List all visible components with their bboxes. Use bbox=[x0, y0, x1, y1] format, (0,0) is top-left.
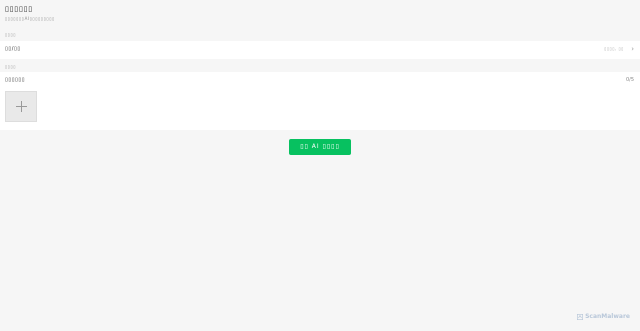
add-photo-button[interactable] bbox=[5, 91, 37, 122]
photo-row-label: ▯▯▯▯▯▯ bbox=[5, 77, 26, 83]
page-subtitle: ▯▯▯▯▯▯▯AI▯▯▯▯▯▯▯▯▯ bbox=[5, 16, 55, 21]
photo-upload-card: ▯▯▯▯▯▯ 0/5 bbox=[0, 72, 640, 130]
section-label-photos: ▯▯▯▯ bbox=[5, 64, 17, 69]
scanmalware-logo-icon bbox=[577, 313, 584, 320]
section-label-category: ▯▯▯▯ bbox=[5, 32, 17, 37]
chevron-right-icon: › bbox=[631, 45, 634, 53]
photo-count: 0/5 bbox=[625, 77, 634, 83]
page-title: ▯▯▯▯▯▯ bbox=[5, 5, 33, 13]
category-row-label: ▯▯/▯▯ bbox=[5, 46, 21, 52]
category-picker-row[interactable]: ▯▯/▯▯ ▯▯▯▯, ▯▯ › bbox=[0, 41, 640, 59]
watermark-text: ScanMalware bbox=[585, 313, 630, 320]
watermark: ScanMalware bbox=[577, 313, 630, 320]
page-header: ▯▯▯▯▯▯ ▯▯▯▯▯▯▯AI▯▯▯▯▯▯▯▯▯ bbox=[5, 4, 55, 22]
submit-button[interactable]: ▯▯ AI ▯▯▯▯ bbox=[289, 139, 351, 155]
category-row-value: ▯▯▯▯, ▯▯ bbox=[604, 46, 624, 51]
